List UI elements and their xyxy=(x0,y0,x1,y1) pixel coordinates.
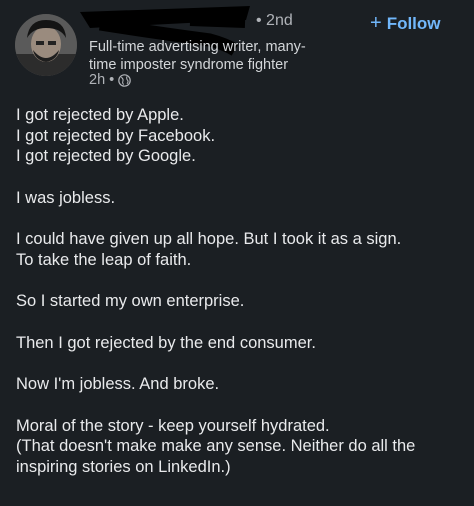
post-paragraph: I could have given up all hope. But I to… xyxy=(16,229,466,270)
text-line: Moral of the story - keep yourself hydra… xyxy=(16,416,330,435)
headline-line: Full-time advertising writer, many- xyxy=(89,39,306,55)
post-paragraph: I was jobless. xyxy=(16,188,466,209)
text-line: inspiring stories on LinkedIn.) xyxy=(16,457,231,476)
connection-degree: • 2nd xyxy=(256,12,293,29)
text-line: I was jobless. xyxy=(16,188,116,207)
post-paragraph: So I started my own enterprise. xyxy=(16,291,466,312)
post-paragraph: Moral of the story - keep yourself hydra… xyxy=(16,416,466,478)
author-headline: Full-time advertising writer, many- time… xyxy=(89,38,349,74)
post-timestamp: 2h • xyxy=(89,72,115,88)
post-body: I got rejected by Apple. I got rejected … xyxy=(16,105,466,498)
post-meta: 2h • xyxy=(89,72,132,88)
text-line: Now I'm jobless. And broke. xyxy=(16,375,220,393)
text-line: I could have given up all hope. But I to… xyxy=(16,230,402,248)
follow-button[interactable]: + Follow xyxy=(370,12,441,35)
text-line: To take the leap of faith. xyxy=(16,250,192,269)
text-line: I got rejected by Apple. xyxy=(16,106,184,124)
text-line: (That doesn't make make any sense. Neith… xyxy=(16,437,416,455)
post-card: • 2nd + Follow Full-time advertising writ… xyxy=(0,0,474,506)
post-paragraph: Now I'm jobless. And broke. xyxy=(16,374,466,395)
follow-label: Follow xyxy=(386,14,441,33)
globe-icon xyxy=(118,73,132,87)
text-line: Then I got rejected by the end consumer. xyxy=(16,333,316,352)
author-avatar[interactable] xyxy=(15,14,77,76)
text-line: I got rejected by Google. xyxy=(16,147,196,165)
post-paragraph: I got rejected by Apple. I got rejected … xyxy=(16,105,466,167)
post-paragraph: Then I got rejected by the end consumer. xyxy=(16,333,466,354)
plus-icon: + xyxy=(370,12,382,34)
avatar-photo xyxy=(15,14,77,76)
text-line: I got rejected by Facebook. xyxy=(16,126,216,145)
text-line: So I started my own enterprise. xyxy=(16,292,245,310)
